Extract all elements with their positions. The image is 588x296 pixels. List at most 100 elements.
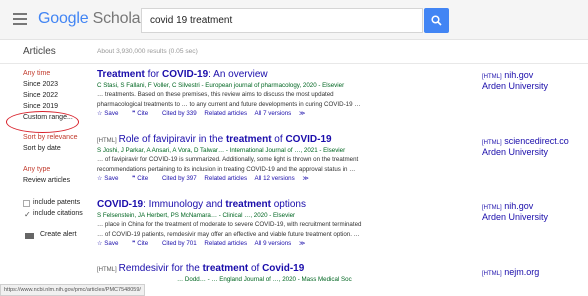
annotation-circle — [6, 111, 79, 133]
related-articles-link[interactable]: Related articles — [204, 175, 247, 182]
title-part: Covid-19 — [262, 263, 305, 274]
html-tag: [HTML] — [482, 140, 502, 146]
full-text-link[interactable]: [HTML] nih.gov Arden University — [482, 70, 548, 91]
result-item: Treatment for COVID-19: An overview C St… — [97, 69, 467, 117]
html-tag: [HTML] — [97, 267, 117, 273]
checkmark-icon[interactable]: ✓ — [24, 211, 31, 219]
result-authors: S Joshi, J Parkar, A Ansari, A Vora, D T… — [97, 147, 346, 154]
result-snippet-line: … treatments. Based on these premises, t… — [97, 91, 334, 98]
html-tag: [HTML] — [482, 74, 502, 80]
save-label: Save — [104, 175, 119, 182]
related-articles-link[interactable]: Related articles — [204, 240, 247, 247]
title-part: Treatment — [97, 69, 145, 80]
cite-link[interactable]: ❞ Cite — [132, 240, 154, 247]
institution-link[interactable]: Arden University — [482, 147, 569, 157]
search-icon — [431, 15, 442, 26]
save-label: Save — [104, 240, 119, 247]
title-part: Remdesivir for the — [118, 263, 203, 274]
all-versions-link[interactable]: All 9 versions — [254, 240, 291, 247]
result-title[interactable]: COVID-19: Immunology and treatment optio… — [97, 199, 467, 210]
filter-review-articles[interactable]: Review articles — [23, 177, 70, 184]
title-part: treatment — [225, 134, 272, 145]
result-item: COVID-19: Immunology and treatment optio… — [97, 199, 467, 247]
title-part: options — [270, 199, 306, 210]
filter-any-time[interactable]: Any time — [23, 70, 50, 77]
result-item: [HTML] Role of favipiravir in the treatme… — [97, 134, 467, 182]
institution-link[interactable]: Arden University — [482, 212, 548, 222]
filter-since-2019[interactable]: Since 2019 — [23, 103, 58, 110]
hamburger-menu-icon[interactable] — [13, 13, 27, 25]
institution-link[interactable]: Arden University — [482, 81, 548, 91]
include-patents-checkbox[interactable] — [23, 200, 30, 207]
result-snippet-line: recommendations pertaining to its inclus… — [97, 166, 356, 173]
save-link[interactable]: ☆ Save — [97, 240, 124, 247]
result-authors: … Dodd… - … England Journal of …, 2020 -… — [177, 276, 352, 283]
full-text-link[interactable]: [HTML] nih.gov Arden University — [482, 201, 548, 222]
save-link[interactable]: ☆ Save — [97, 110, 124, 117]
search-input[interactable] — [141, 8, 423, 33]
title-part: treatment — [225, 199, 271, 210]
result-title[interactable]: [HTML] Remdesivir for the treatment of Co… — [97, 263, 467, 274]
full-text-site[interactable]: sciencedirect.co — [504, 136, 569, 146]
cited-by-link[interactable]: Cited by 701 — [162, 240, 197, 247]
google-scholar-logo[interactable]: Google Scholar — [38, 10, 146, 28]
title-part: of — [248, 263, 263, 274]
html-tag: [HTML] — [97, 138, 117, 144]
full-text-site[interactable]: nih.gov — [504, 201, 533, 211]
all-versions-link[interactable]: All 12 versions — [254, 175, 294, 182]
cite-label: Cite — [137, 110, 149, 117]
logo-scholar: Scholar — [92, 10, 146, 27]
cited-by-link[interactable]: Cited by 397 — [162, 175, 197, 182]
filter-any-type[interactable]: Any type — [23, 166, 50, 173]
envelope-icon — [25, 233, 34, 239]
result-snippet-line: … place in China for the treatment of mo… — [97, 221, 362, 228]
title-part: : An overview — [208, 69, 268, 80]
more-icon[interactable]: ≫ — [302, 175, 308, 182]
more-icon[interactable]: ≫ — [299, 110, 305, 117]
cited-by-link[interactable]: Cited by 339 — [162, 110, 197, 117]
full-text-site[interactable]: nejm.org — [504, 267, 539, 277]
link-status-bar: https://www.ncbi.nlm.nih.gov/pmc/article… — [0, 284, 145, 296]
result-authors: S Felsenstein, JA Herbert, PS McNamara… … — [97, 212, 296, 219]
html-tag: [HTML] — [482, 205, 502, 211]
title-part: Role of favipiravir in the — [118, 134, 226, 145]
related-articles-link[interactable]: Related articles — [204, 110, 247, 117]
cite-link[interactable]: ❞ Cite — [132, 110, 154, 117]
results-subheader: Articles About 3,930,000 results (0.05 s… — [0, 40, 588, 64]
title-part: of — [271, 134, 286, 145]
result-authors: C Stasi, S Fallani, F Voller, C Silvestr… — [97, 82, 345, 89]
result-actions: ☆ Save ❞ Cite Cited by 397 Related artic… — [97, 175, 467, 182]
filter-since-2023[interactable]: Since 2023 — [23, 81, 58, 88]
html-tag: [HTML] — [482, 271, 502, 277]
result-item: [HTML] Remdesivir for the treatment of Co… — [97, 263, 467, 283]
articles-tab[interactable]: Articles — [23, 46, 56, 57]
results-count: About 3,930,000 results (0.05 sec) — [97, 48, 198, 55]
save-label: Save — [104, 110, 119, 117]
sort-by-relevance[interactable]: Sort by relevance — [23, 134, 77, 141]
full-text-link[interactable]: [HTML] nejm.org — [482, 267, 539, 277]
result-actions: ☆ Save ❞ Cite Cited by 339 Related artic… — [97, 110, 467, 117]
title-part: treatment — [202, 263, 249, 274]
search-button[interactable] — [424, 8, 449, 33]
create-alert-link[interactable]: Create alert — [40, 231, 77, 238]
result-title[interactable]: Treatment for COVID-19: An overview — [97, 69, 467, 80]
title-part: for — [144, 69, 163, 80]
include-citations-label[interactable]: include citations — [33, 210, 83, 217]
full-text-link[interactable]: [HTML] sciencedirect.co Arden University — [482, 136, 569, 157]
all-versions-link[interactable]: All 7 versions — [254, 110, 291, 117]
more-icon[interactable]: ≫ — [299, 240, 305, 247]
include-patents-label[interactable]: include patents — [33, 199, 80, 206]
cite-link[interactable]: ❞ Cite — [132, 175, 154, 182]
result-snippet-line: … of favipiravir for COVID-19 is summari… — [97, 156, 359, 163]
save-link[interactable]: ☆ Save — [97, 175, 124, 182]
full-text-site[interactable]: nih.gov — [504, 70, 533, 80]
result-title[interactable]: [HTML] Role of favipiravir in the treatme… — [97, 134, 467, 145]
title-part: COVID-19 — [285, 134, 332, 145]
result-snippet-line: pharmacological treatments to … to any c… — [97, 101, 361, 108]
title-part: COVID-19 — [162, 69, 209, 80]
sort-by-date[interactable]: Sort by date — [23, 145, 61, 152]
filter-since-2022[interactable]: Since 2022 — [23, 92, 58, 99]
result-snippet-line: … of COVID-19 patients, remdesivir may o… — [97, 231, 360, 238]
top-bar: Google Scholar — [0, 0, 588, 40]
title-part: COVID-19 — [97, 199, 144, 210]
